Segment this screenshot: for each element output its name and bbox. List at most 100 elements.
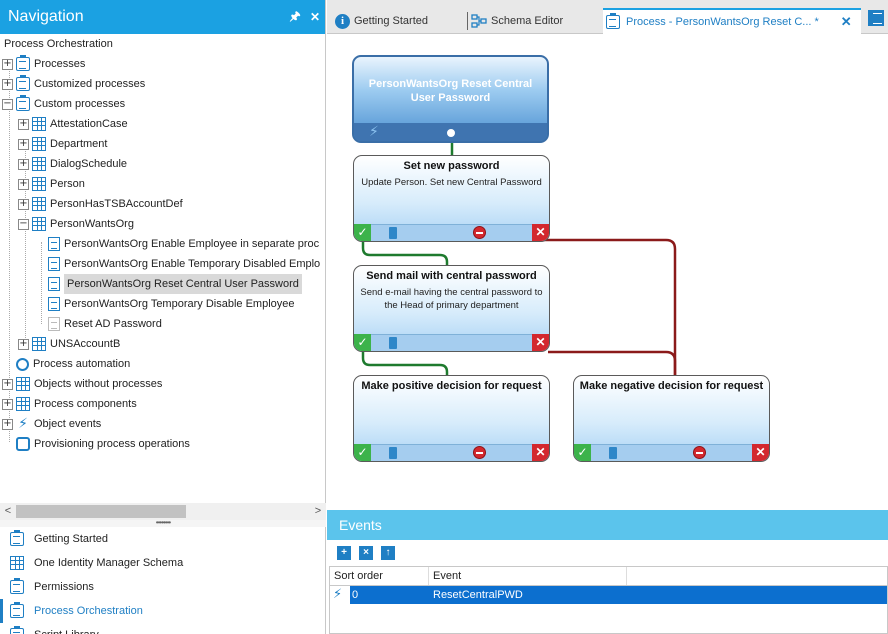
tree-item[interactable]: + Customized processes bbox=[2, 74, 145, 94]
cell-event: ResetCentralPWD bbox=[433, 589, 523, 601]
fire-event-icon[interactable]: ↑ bbox=[381, 546, 395, 560]
collapse-icon[interactable]: − bbox=[18, 218, 29, 230]
failure-icon[interactable]: ✕ bbox=[532, 224, 549, 241]
success-icon[interactable]: ✓ bbox=[354, 444, 371, 461]
document-disabled-icon bbox=[48, 317, 60, 331]
delete-event-icon[interactable]: × bbox=[359, 546, 373, 560]
table-row[interactable]: 0 ResetCentralPWD bbox=[350, 586, 887, 604]
scroll-thumb[interactable] bbox=[16, 505, 186, 518]
tree-item-label: PersonHasTSBAccountDef bbox=[50, 198, 183, 210]
expand-icon[interactable]: + bbox=[2, 418, 13, 430]
expand-icon[interactable]: + bbox=[18, 138, 29, 150]
success-icon[interactable]: ✓ bbox=[354, 334, 371, 351]
node-bar: ✓ ✕ bbox=[354, 224, 549, 241]
tree-item[interactable]: PersonWantsOrg Temporary Disable Employe… bbox=[34, 294, 294, 314]
expand-icon[interactable]: + bbox=[18, 198, 29, 210]
tree-item-label: UNSAccountB bbox=[50, 338, 121, 350]
node-description: Update Person. Set new Central Password bbox=[361, 177, 542, 188]
failure-icon[interactable]: ✕ bbox=[532, 444, 549, 461]
tab-process[interactable]: Process - PersonWantsOrg Reset C... * ✕ bbox=[603, 8, 861, 34]
expand-icon[interactable]: + bbox=[18, 158, 29, 170]
tree-item[interactable]: + Process components bbox=[2, 394, 137, 414]
bottom-nav-label: Script Library bbox=[34, 629, 99, 634]
tree-item[interactable]: PersonWantsOrg Enable Employee in separa… bbox=[34, 234, 319, 254]
bottom-nav-item[interactable]: Script Library bbox=[0, 623, 326, 634]
bottom-nav-item[interactable]: Permissions bbox=[0, 575, 326, 599]
expand-icon[interactable]: + bbox=[18, 338, 29, 350]
tree-item-label: DialogSchedule bbox=[50, 158, 128, 170]
stop-icon[interactable] bbox=[473, 446, 486, 459]
tree-item-label: PersonWantsOrg Temporary Disable Employe… bbox=[64, 298, 295, 310]
process-step-send-mail[interactable]: Send mail with central password Send e-m… bbox=[353, 265, 550, 352]
stop-icon[interactable] bbox=[693, 446, 706, 459]
close-icon[interactable]: ✕ bbox=[305, 10, 325, 24]
tree-item-label: Person bbox=[50, 178, 85, 190]
pane-splitter[interactable]: •••••••• bbox=[0, 519, 326, 527]
bottom-nav-item[interactable]: Process Orchestration bbox=[0, 599, 326, 623]
tab-label: Getting Started bbox=[354, 15, 428, 27]
tree-item-label: Object events bbox=[34, 418, 102, 430]
tree-item[interactable]: + UNSAccountB bbox=[18, 334, 120, 354]
collapse-icon[interactable]: − bbox=[2, 98, 13, 110]
process-canvas[interactable]: PersonWantsOrg Reset Central User Passwo… bbox=[327, 35, 888, 510]
tree-item[interactable]: + PersonHasTSBAccountDef bbox=[18, 194, 183, 214]
tree-item[interactable]: + Person bbox=[18, 174, 85, 194]
start-port[interactable] bbox=[445, 127, 457, 139]
clipboard-check-icon bbox=[10, 530, 24, 546]
tree-item[interactable]: − PersonWantsOrg bbox=[18, 214, 134, 234]
scroll-left-icon[interactable]: < bbox=[0, 503, 16, 520]
document-icon bbox=[48, 257, 60, 271]
menu-icon[interactable] bbox=[868, 10, 884, 26]
tree-item-label: PersonWantsOrg bbox=[50, 218, 134, 230]
column-header-sort-order[interactable]: Sort order bbox=[330, 567, 429, 585]
expand-icon[interactable]: + bbox=[18, 118, 29, 130]
schema-icon bbox=[471, 14, 487, 28]
add-event-icon[interactable]: + bbox=[337, 546, 351, 560]
bottom-nav-label: Process Orchestration bbox=[34, 605, 143, 617]
close-tab-icon[interactable]: ✕ bbox=[841, 10, 852, 34]
pin-icon[interactable]: 🖈︎ bbox=[285, 7, 305, 28]
process-step-negative-decision[interactable]: Make negative decision for request ✓ ✕ bbox=[573, 375, 770, 462]
tree-item[interactable]: PersonWantsOrg Reset Central User Passwo… bbox=[34, 274, 302, 294]
failure-icon[interactable]: ✕ bbox=[532, 334, 549, 351]
column-header-event[interactable]: Event bbox=[429, 567, 627, 585]
expand-icon[interactable]: + bbox=[18, 178, 29, 190]
bottom-nav-item[interactable]: One Identity Manager Schema bbox=[0, 551, 326, 575]
tree-item[interactable]: − Custom processes bbox=[2, 94, 125, 114]
expand-icon[interactable]: + bbox=[2, 378, 13, 390]
scroll-right-icon[interactable]: > bbox=[310, 503, 326, 520]
success-icon[interactable]: ✓ bbox=[354, 224, 371, 241]
table-icon bbox=[32, 157, 46, 171]
failure-icon[interactable]: ✕ bbox=[752, 444, 769, 461]
tree-item[interactable]: + DialogSchedule bbox=[18, 154, 127, 174]
expand-icon[interactable]: + bbox=[2, 78, 13, 90]
process-step-set-new-password[interactable]: Set new password Update Person. Set new … bbox=[353, 155, 550, 242]
tab-schema-editor[interactable]: Schema Editor bbox=[467, 8, 563, 34]
tree-item[interactable]: + ⚡︎ Object events bbox=[2, 414, 101, 434]
bottom-nav-label: Getting Started bbox=[34, 533, 108, 545]
tree-item[interactable]: + Objects without processes bbox=[2, 374, 162, 394]
bottom-nav-label: One Identity Manager Schema bbox=[34, 557, 184, 569]
tree-item[interactable]: + Processes bbox=[2, 54, 85, 74]
events-toolbar: + × ↑ bbox=[327, 540, 888, 566]
start-node[interactable]: PersonWantsOrg Reset Central User Passwo… bbox=[352, 55, 549, 143]
process-step-positive-decision[interactable]: Make positive decision for request ✓ ✕ bbox=[353, 375, 550, 462]
tree-item[interactable]: Process automation bbox=[2, 354, 130, 374]
tree-item[interactable]: Reset AD Password bbox=[34, 314, 162, 334]
tree-item[interactable]: + AttestationCase bbox=[18, 114, 128, 134]
success-icon[interactable]: ✓ bbox=[574, 444, 591, 461]
tree-item[interactable]: + Department bbox=[18, 134, 107, 154]
tree-item-label: AttestationCase bbox=[50, 118, 128, 130]
tree-item[interactable]: Provisioning process operations bbox=[2, 434, 190, 454]
tree-item-label: Process components bbox=[34, 398, 137, 410]
start-node-bar: ⚡︎ bbox=[354, 123, 547, 141]
tree-item-label: PersonWantsOrg Enable Temporary Disabled… bbox=[64, 258, 321, 270]
tree-item[interactable]: PersonWantsOrg Enable Temporary Disabled… bbox=[34, 254, 320, 274]
tab-getting-started[interactable]: i Getting Started bbox=[335, 8, 428, 34]
bottom-nav-item[interactable]: Getting Started bbox=[0, 527, 326, 551]
expand-icon[interactable]: + bbox=[2, 58, 13, 70]
stop-icon[interactable] bbox=[473, 226, 486, 239]
expand-icon[interactable]: + bbox=[2, 398, 13, 410]
tree-item-label: Process automation bbox=[33, 358, 131, 370]
database-icon bbox=[389, 337, 397, 349]
